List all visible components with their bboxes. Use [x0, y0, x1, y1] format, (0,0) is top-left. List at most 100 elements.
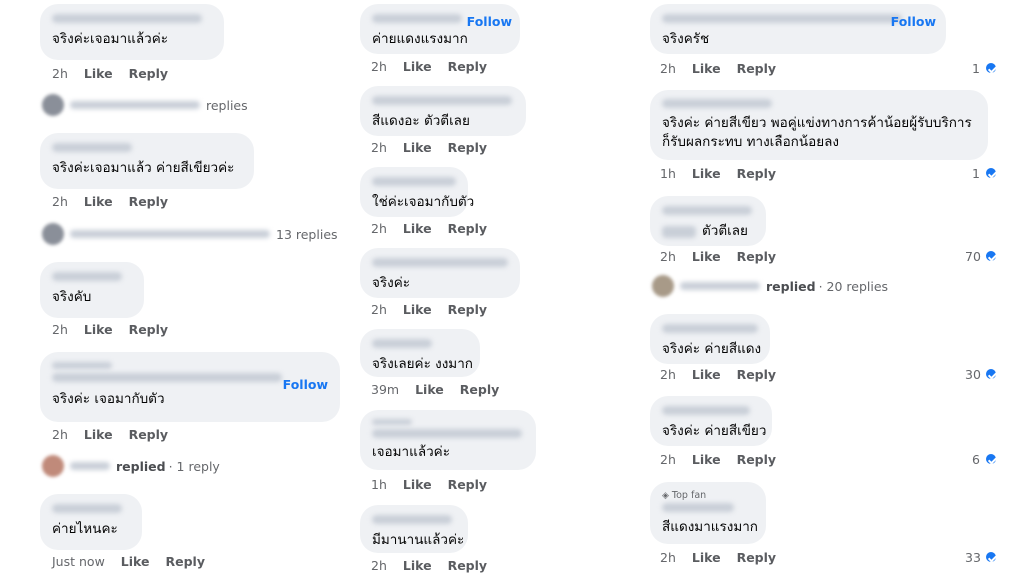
- like-button[interactable]: Like: [403, 302, 432, 317]
- author-name-blurred[interactable]: [372, 258, 508, 267]
- reply-button[interactable]: Reply: [737, 249, 776, 264]
- reply-button[interactable]: Reply: [737, 452, 776, 467]
- comment-bubble[interactable]: จริงคับ: [40, 262, 144, 318]
- like-button[interactable]: Like: [121, 554, 150, 569]
- comment-bubble[interactable]: จริงค่ะเจอมาแล้วค่ะ: [40, 4, 224, 60]
- comment-bubble[interactable]: จริงค่ะ เจอมากับตัว Follow: [40, 352, 340, 422]
- follow-button[interactable]: Follow: [467, 14, 512, 29]
- like-button[interactable]: Like: [403, 59, 432, 74]
- author-name-blurred[interactable]: [52, 14, 202, 23]
- author-name-blurred[interactable]: [372, 96, 512, 105]
- like-button[interactable]: Like: [692, 452, 721, 467]
- like-reaction-icon[interactable]: [984, 550, 998, 564]
- reply-button[interactable]: Reply: [737, 367, 776, 382]
- author-name-blurred[interactable]: [662, 503, 734, 512]
- follow-button[interactable]: Follow: [283, 377, 328, 392]
- like-button[interactable]: Like: [84, 427, 113, 442]
- comment: จริงค่ะ ค่ายสีเขียว: [650, 396, 772, 446]
- author-name-blurred[interactable]: [52, 373, 282, 382]
- like-button[interactable]: Like: [692, 550, 721, 565]
- comment-time: 2h: [371, 302, 387, 317]
- author-name-blurred[interactable]: [372, 429, 522, 438]
- reaction-count: 30: [965, 367, 981, 382]
- author-name-blurred[interactable]: [52, 504, 122, 513]
- comment-bubble[interactable]: จริงค่ะ ค่ายสีแดง: [650, 314, 770, 364]
- like-reaction-icon[interactable]: [984, 249, 998, 263]
- comment-actions: 2h Like Reply: [660, 367, 788, 382]
- comment-bubble[interactable]: ใช่ค่ะเจอมากับตัว: [360, 167, 474, 217]
- comment-bubble[interactable]: มีมานานแล้วค่ะ: [360, 505, 468, 553]
- follow-button[interactable]: Follow: [891, 14, 936, 29]
- author-name-blurred[interactable]: [372, 177, 456, 186]
- reply-button[interactable]: Reply: [165, 554, 204, 569]
- like-button[interactable]: Like: [403, 477, 432, 492]
- comment-bubble[interactable]: สีแดงอะ ตัวตีเลย: [360, 86, 526, 136]
- reaction-count: 1: [972, 61, 980, 76]
- comment: จริงค่ะ ค่ายสีแดง: [650, 314, 770, 364]
- comment-bubble[interactable]: ◈ Top fan สีแดงมาแรงมาก: [650, 482, 766, 544]
- reply-button[interactable]: Reply: [460, 382, 499, 397]
- avatar: [42, 455, 64, 477]
- comment-bubble[interactable]: ค่ายแดงแรงมาก Follow: [360, 4, 520, 54]
- like-button[interactable]: Like: [415, 382, 444, 397]
- like-button[interactable]: Like: [84, 322, 113, 337]
- reply-button[interactable]: Reply: [448, 221, 487, 236]
- like-button[interactable]: Like: [692, 61, 721, 76]
- like-button[interactable]: Like: [692, 166, 721, 181]
- comment-time: Just now: [52, 554, 105, 569]
- reply-button[interactable]: Reply: [448, 558, 487, 573]
- reply-button[interactable]: Reply: [737, 550, 776, 565]
- reply-button[interactable]: Reply: [737, 166, 776, 181]
- comment-bubble[interactable]: เจอมาแล้วค่ะ: [360, 410, 536, 470]
- author-name-blurred[interactable]: [372, 14, 462, 23]
- reply-button[interactable]: Reply: [129, 194, 168, 209]
- comment-actions: Just now Like Reply: [52, 554, 217, 569]
- author-name-blurred[interactable]: [372, 515, 452, 524]
- comment-text: สีแดงอะ ตัวตีเลย: [372, 113, 470, 129]
- top-fan-badge-blurred: [372, 419, 412, 425]
- author-name-blurred[interactable]: [662, 324, 758, 333]
- reply-button[interactable]: Reply: [129, 427, 168, 442]
- like-button[interactable]: Like: [403, 140, 432, 155]
- comment-bubble[interactable]: จริงค่ะ: [360, 248, 520, 298]
- author-name-blurred[interactable]: [662, 99, 772, 108]
- like-button[interactable]: Like: [84, 194, 113, 209]
- comment-bubble[interactable]: จริงครัช Follow: [650, 4, 946, 54]
- like-reaction-icon[interactable]: [984, 452, 998, 466]
- comment-time: 1h: [371, 477, 387, 492]
- comment-bubble[interactable]: จริงค่ะ ค่ายสีเขียว: [650, 396, 772, 446]
- reply-button[interactable]: Reply: [448, 140, 487, 155]
- view-replies-link[interactable]: replied · 20 replies: [652, 275, 888, 297]
- reply-button[interactable]: Reply: [737, 61, 776, 76]
- like-button[interactable]: Like: [403, 221, 432, 236]
- author-name-blurred[interactable]: [662, 206, 752, 215]
- comment-bubble[interactable]: ค่ายไหนคะ: [40, 494, 142, 550]
- like-reaction-icon[interactable]: [984, 61, 998, 75]
- like-button[interactable]: Like: [84, 66, 113, 81]
- author-name-blurred[interactable]: [52, 272, 122, 281]
- author-name-blurred[interactable]: [662, 406, 750, 415]
- reply-button[interactable]: Reply: [129, 66, 168, 81]
- like-reaction-icon[interactable]: [984, 166, 998, 180]
- comment: มีมานานแล้วค่ะ: [360, 505, 468, 553]
- view-replies-link[interactable]: replies: [42, 94, 248, 116]
- view-replies-link[interactable]: 13 replies: [42, 223, 338, 245]
- author-name-blurred[interactable]: [662, 14, 902, 23]
- comment-text: ตัวตีเลย: [702, 223, 748, 239]
- like-reaction-icon[interactable]: [984, 367, 998, 381]
- like-button[interactable]: Like: [692, 249, 721, 264]
- view-replies-link[interactable]: replied · 1 reply: [42, 455, 220, 477]
- like-button[interactable]: Like: [403, 558, 432, 573]
- reply-button[interactable]: Reply: [448, 59, 487, 74]
- comment-bubble[interactable]: จริงค่ะ ค่ายสีเขียว พอคู่แข่งทางการค้าน้…: [650, 90, 988, 160]
- reply-button[interactable]: Reply: [448, 477, 487, 492]
- like-button[interactable]: Like: [692, 367, 721, 382]
- replies-count: · 20 replies: [818, 278, 889, 294]
- reply-button[interactable]: Reply: [129, 322, 168, 337]
- comment-bubble[interactable]: ตัวตีเลย: [650, 196, 766, 246]
- comment-bubble[interactable]: จริงเลยค่ะ งงมาก: [360, 329, 480, 377]
- author-name-blurred[interactable]: [52, 143, 132, 152]
- reply-button[interactable]: Reply: [448, 302, 487, 317]
- comment-bubble[interactable]: จริงค่ะเจอมาแล้ว ค่ายสีเขียวค่ะ: [40, 133, 254, 189]
- author-name-blurred[interactable]: [372, 339, 432, 348]
